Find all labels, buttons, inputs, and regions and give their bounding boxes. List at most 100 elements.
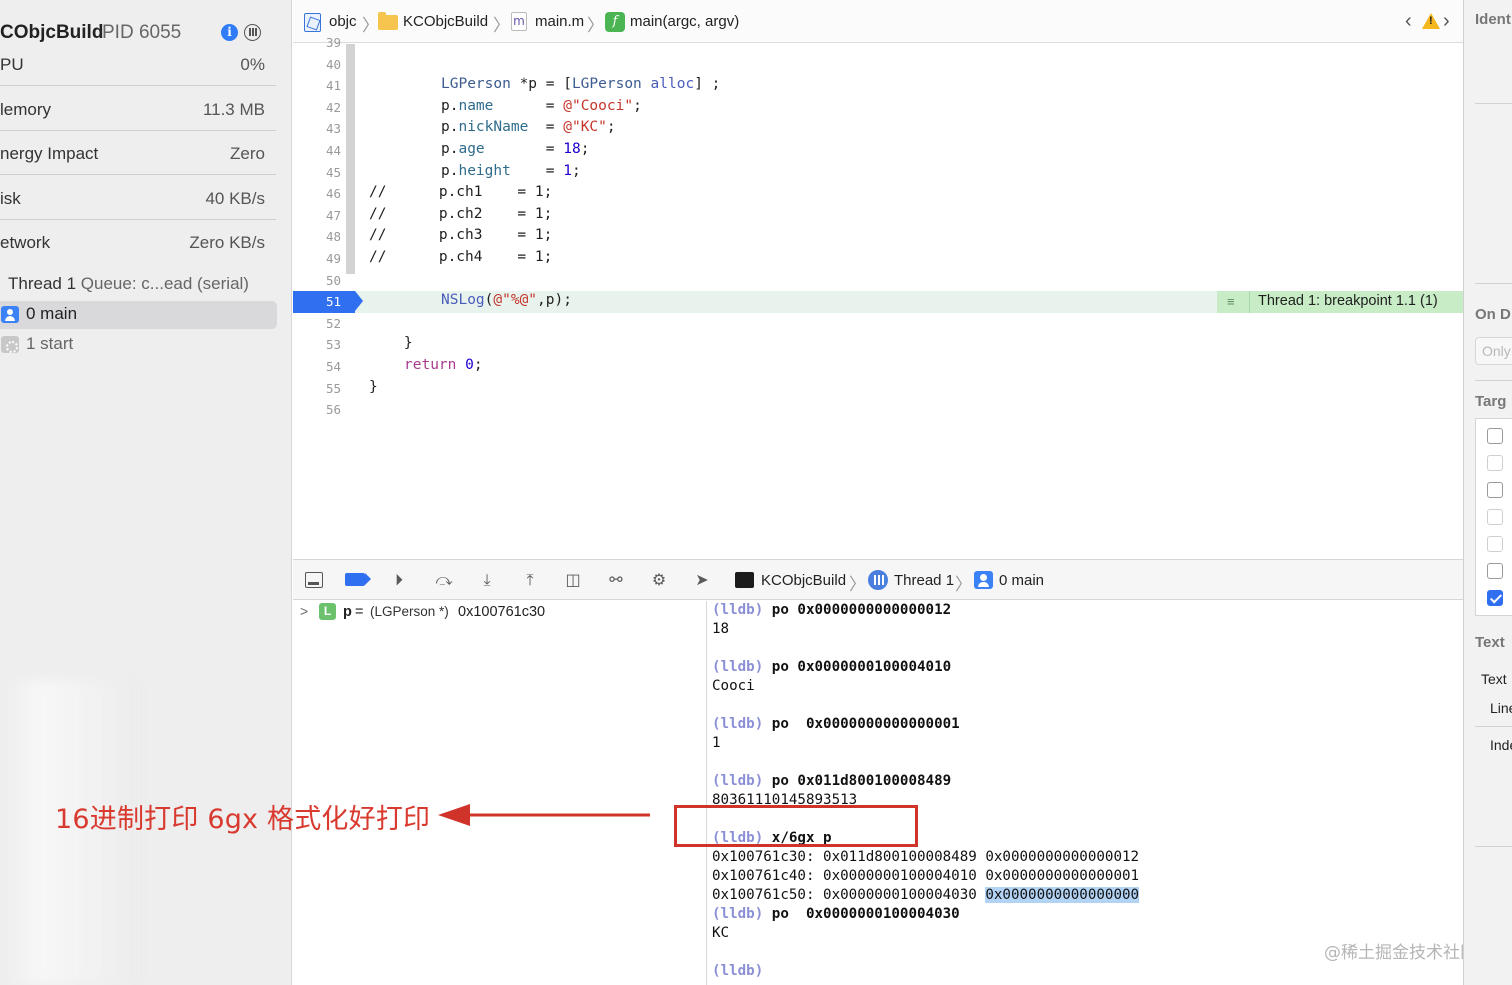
console-output: 1 (712, 735, 721, 751)
stack-frame-start[interactable]: 1 start (0, 331, 277, 359)
on-demand-tags-field[interactable]: Only (1475, 337, 1512, 365)
lldb-console[interactable]: (lldb) po 0x0000000000000012 18 (lldb) p… (708, 601, 1463, 985)
breakpoints-toggle-icon[interactable] (345, 573, 371, 586)
code-token: = (510, 162, 564, 179)
breadcrumb-function[interactable]: main(argc, argv) (630, 13, 739, 30)
divider (1249, 291, 1250, 313)
chevron-left-icon[interactable]: ‹ (1405, 10, 1412, 33)
info-icon[interactable]: i (221, 24, 238, 41)
file-inspector: Ident On D Only Targ Text Text Line Inde (1463, 0, 1512, 985)
annotation-arrow (438, 804, 650, 826)
gauge-memory[interactable]: lemory 11.3 MB (0, 100, 276, 144)
code-token: = (528, 119, 564, 136)
code-line: 41 LGPerson *p = [LGPerson alloc] ; (293, 75, 1463, 97)
function-icon: f (605, 12, 625, 32)
target-checkbox[interactable] (1487, 536, 1503, 552)
gauge-cpu[interactable]: PU 0% (0, 55, 276, 99)
process-name: CObjcBuild (0, 22, 104, 43)
divider (0, 219, 276, 220)
breadcrumb-file[interactable]: main.m (535, 13, 584, 30)
console-output: Cooci (712, 678, 755, 694)
warning-icon[interactable] (1422, 13, 1440, 29)
indent-label: Inde (1490, 737, 1512, 753)
code-token: NSLog (441, 292, 485, 309)
code-token: ; (580, 141, 590, 157)
step-out-icon[interactable]: ⤒ (519, 570, 541, 590)
line-endings-label: Line (1490, 700, 1512, 716)
line-number: 40 (325, 56, 341, 72)
code-line: 39 (293, 32, 1463, 54)
text-encoding-label: Text (1481, 671, 1507, 687)
gauge-label: etwork (0, 233, 51, 252)
breadcrumb-folder[interactable]: KCObjcBuild (403, 13, 488, 30)
divider (1475, 103, 1512, 104)
divider (1475, 846, 1512, 847)
target-checkbox[interactable] (1487, 482, 1503, 498)
divider (0, 130, 276, 131)
gauge-disk[interactable]: isk 40 KB/s (0, 189, 276, 233)
gauge-value: 0% (240, 55, 265, 74)
console-output: 18 (712, 621, 730, 637)
lldb-prompt: (lldb) (712, 906, 764, 922)
gauge-label: nergy Impact (0, 144, 99, 163)
console-command: po 0x0000000000000001 (771, 716, 960, 732)
code-token: return (404, 357, 457, 373)
code-text: LGPerson *p = [LGPerson alloc] ; (441, 76, 720, 92)
thread-queue: Queue: c...ead (serial) (80, 274, 249, 293)
console-command: po 0x0000000000000012 (771, 602, 952, 618)
target-checkbox-checked[interactable] (1487, 590, 1503, 606)
chevron-right-icon[interactable]: › (1443, 10, 1450, 33)
code-token: LGPerson (441, 76, 511, 93)
stack-frame-main[interactable]: 0 main (0, 301, 277, 329)
annotation-text: 16进制打印 6gx 格式化好打印 (55, 804, 431, 835)
hide-debug-area-icon[interactable] (305, 572, 323, 588)
line-number: 47 (325, 207, 341, 223)
breakpoint-badge[interactable]: ≡ Thread 1: breakpoint 1.1 (1) (1217, 291, 1463, 313)
target-checkbox[interactable] (1487, 455, 1503, 471)
code-text: } (369, 378, 378, 395)
debug-breadcrumb-frame[interactable]: 0 main (999, 572, 1044, 589)
disclosure-chevron-icon[interactable]: > (300, 603, 308, 619)
lldb-prompt: (lldb) (712, 716, 764, 732)
step-into-icon[interactable]: ⤓ (476, 570, 498, 590)
breadcrumb-project[interactable]: objc (329, 13, 357, 30)
code-token: ; (606, 119, 616, 136)
target-checkbox[interactable] (1487, 563, 1503, 579)
console-line: (lldb) po 0x0000000100004010 (712, 659, 951, 675)
target-checkbox[interactable] (1487, 428, 1503, 444)
variable-row[interactable]: > L p = (LGPerson *) 0x100761c30 (293, 601, 707, 625)
simulate-location-icon[interactable]: ➤ (691, 570, 713, 590)
on-demand-heading: On D (1475, 306, 1511, 323)
code-line: 52 (293, 313, 1463, 335)
line-number: 52 (325, 315, 341, 331)
console-command: po 0x011d800100008489 (771, 773, 952, 789)
debug-breadcrumb-thread[interactable]: Thread 1 (894, 572, 954, 589)
target-checkbox[interactable] (1487, 509, 1503, 525)
gauge-energy[interactable]: nergy Impact Zero (0, 144, 276, 188)
chevron-right-icon: 〉 (955, 575, 972, 594)
breakpoint-badge-text: Thread 1: breakpoint 1.1 (1) (1258, 293, 1438, 310)
code-text: return 0; (404, 357, 483, 373)
continue-icon[interactable]: ⏵ (388, 570, 410, 590)
line-number: 46 (325, 186, 341, 202)
line-number: 50 (325, 272, 341, 288)
code-token: p. (441, 141, 459, 157)
thread-options-icon[interactable] (244, 24, 261, 41)
code-token: @"KC" (563, 119, 607, 136)
lldb-prompt: (lldb) (712, 602, 764, 618)
console-input-line[interactable]: (lldb) (712, 963, 763, 979)
process-header[interactable]: CObjcBuild PID 6055 i (0, 20, 291, 46)
field-placeholder: Only (1482, 343, 1511, 359)
divider (1475, 283, 1512, 284)
environment-overrides-icon[interactable]: ⚙ (648, 570, 670, 590)
view-hierarchy-icon[interactable]: ◫ (562, 570, 584, 590)
gauge-network[interactable]: etwork Zero KB/s (0, 233, 276, 277)
memory-graph-icon[interactable]: ⚯ (605, 570, 627, 590)
code-token: ; (571, 162, 581, 179)
step-over-icon[interactable]: ⤼ (433, 570, 455, 590)
code-text: } (369, 335, 413, 352)
source-editor[interactable]: 39 40 41 LGPerson *p = [LGPerson alloc] … (293, 35, 1463, 558)
thread-row[interactable]: Thread 1 Queue: c...ead (serial) (8, 274, 249, 294)
debug-breadcrumb-target[interactable]: KCObjcBuild (761, 572, 846, 589)
